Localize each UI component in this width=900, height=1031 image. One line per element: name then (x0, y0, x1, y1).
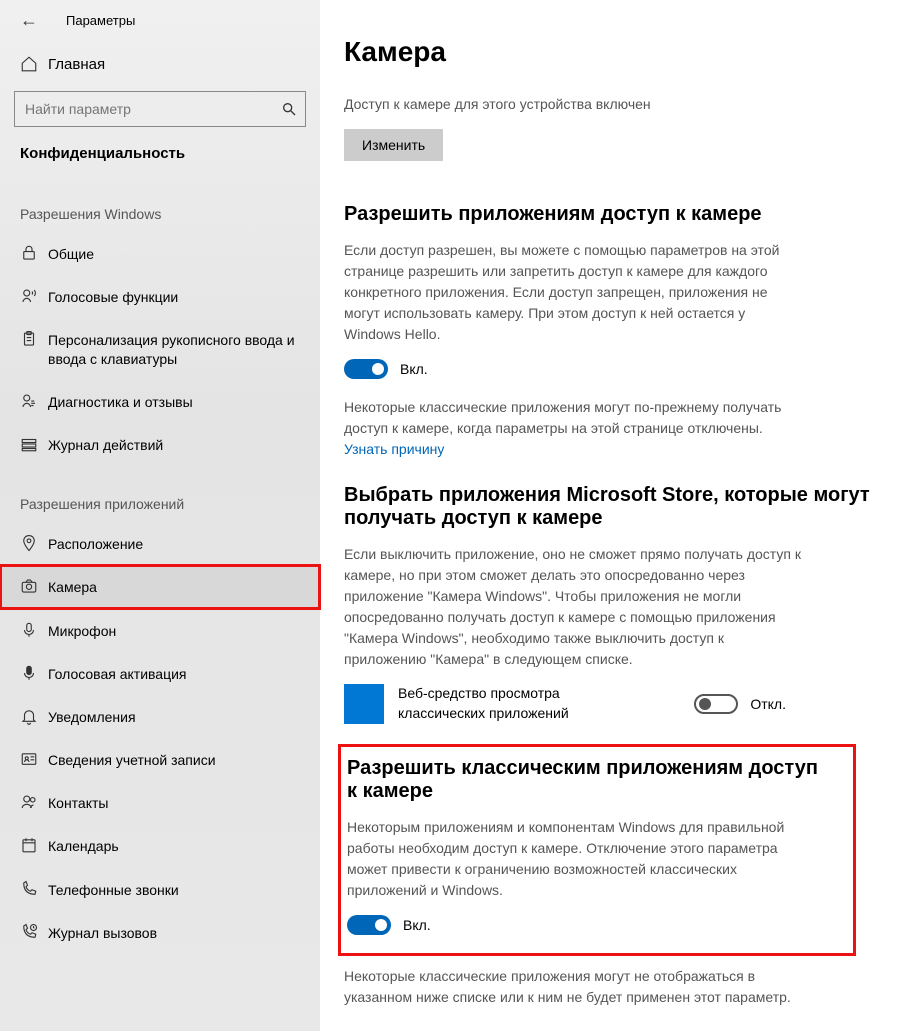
journal-icon (20, 435, 48, 453)
privacy-title: Конфиденциальность (0, 127, 320, 176)
sidebar-item-calendar[interactable]: Календарь (0, 824, 320, 867)
allow-apps-heading: Разрешить приложениям доступ к камере (344, 203, 876, 226)
change-button[interactable]: Изменить (344, 129, 443, 161)
sidebar-item-phone[interactable]: Телефонные звонки (0, 868, 320, 911)
camera-icon (20, 577, 48, 595)
sidebar-item-label: Журнал действий (48, 435, 163, 454)
sidebar-item-mic[interactable]: Микрофон (0, 609, 320, 652)
app-row-webview: Веб-средство просмотра классических прил… (344, 684, 876, 724)
search-icon (281, 101, 297, 117)
bell-icon (20, 707, 48, 725)
desktop-apps-toggle-label: Вкл. (403, 917, 431, 933)
sidebar-item-location[interactable]: Расположение (0, 522, 320, 565)
allow-apps-toggle-label: Вкл. (400, 361, 428, 377)
app-name: Веб-средство просмотра классических прил… (398, 684, 578, 723)
account-icon (20, 750, 48, 768)
learn-why-link[interactable]: Узнать причину (344, 441, 444, 457)
footer-note: Некоторые классические приложения могут … (344, 966, 804, 1008)
app-toggle-webview[interactable] (694, 694, 738, 714)
sidebar-item-label: Общие (48, 244, 94, 263)
voice-icon (20, 664, 48, 682)
sidebar-item-label: Сведения учетной записи (48, 750, 216, 769)
clipboard-icon (20, 330, 48, 348)
location-icon (20, 534, 48, 552)
sidebar-item-label: Журнал вызовов (48, 923, 157, 942)
sidebar-item-label: Персонализация рукописного ввода и ввода… (48, 330, 306, 367)
group-app-permissions: Разрешения приложений (0, 466, 320, 522)
sidebar-item-label: Диагностика и отзывы (48, 392, 193, 411)
phone-icon (20, 880, 48, 898)
app-toggle-label: Откл. (750, 696, 786, 712)
app-tile-icon (344, 684, 384, 724)
home-label: Главная (48, 56, 105, 73)
back-button[interactable]: ← (20, 10, 48, 31)
sidebar-item-label: Телефонные звонки (48, 880, 179, 899)
page-title: Камера (344, 36, 876, 68)
classic-note: Некоторые классические приложения могут … (344, 397, 804, 460)
desktop-apps-desc: Некоторым приложениям и компонентам Wind… (347, 817, 807, 901)
contacts-icon (20, 793, 48, 811)
desktop-apps-section: Разрешить классическим приложениям досту… (338, 744, 856, 956)
calendar-icon (20, 836, 48, 854)
allow-apps-toggle[interactable] (344, 359, 388, 379)
sidebar-item-camera[interactable]: Камера (0, 565, 320, 608)
sidebar-item-label: Камера (48, 577, 97, 596)
sidebar-item-label: Контакты (48, 793, 108, 812)
sidebar-item-label: Голосовая активация (48, 664, 187, 683)
sidebar-item-label: Календарь (48, 836, 119, 855)
sidebar-item-lock[interactable]: Общие (0, 232, 320, 275)
content: Камера Доступ к камере для этого устройс… (320, 0, 900, 1031)
sidebar-item-label: Уведомления (48, 707, 136, 726)
calllog-icon (20, 923, 48, 941)
sidebar-item-bell[interactable]: Уведомления (0, 695, 320, 738)
sidebar-item-label: Расположение (48, 534, 143, 553)
store-apps-heading: Выбрать приложения Microsoft Store, кото… (344, 484, 876, 530)
search-input[interactable] (23, 100, 281, 118)
sidebar-item-label: Микрофон (48, 621, 116, 640)
sidebar-item-account[interactable]: Сведения учетной записи (0, 738, 320, 781)
sidebar-item-journal[interactable]: Журнал действий (0, 423, 320, 466)
store-apps-desc: Если выключить приложение, оно не сможет… (344, 544, 804, 670)
sidebar-item-clipboard[interactable]: Персонализация рукописного ввода и ввода… (0, 318, 320, 379)
home-icon (20, 55, 48, 73)
device-access-text: Доступ к камере для этого устройства вкл… (344, 94, 804, 115)
search-box[interactable] (14, 91, 306, 127)
sidebar-item-speech[interactable]: Голосовые функции (0, 275, 320, 318)
desktop-apps-toggle[interactable] (347, 915, 391, 935)
sidebar-item-calllog[interactable]: Журнал вызовов (0, 911, 320, 954)
lock-icon (20, 244, 48, 262)
group-windows-permissions: Разрешения Windows (0, 176, 320, 232)
app-title: Параметры (66, 13, 135, 28)
sidebar-item-contacts[interactable]: Контакты (0, 781, 320, 824)
sidebar-item-label: Голосовые функции (48, 287, 178, 306)
sidebar-item-diag[interactable]: Диагностика и отзывы (0, 380, 320, 423)
desktop-apps-heading: Разрешить классическим приложениям досту… (347, 757, 833, 803)
allow-apps-desc: Если доступ разрешен, вы можете с помощь… (344, 240, 804, 345)
sidebar-item-voice[interactable]: Голосовая активация (0, 652, 320, 695)
mic-icon (20, 621, 48, 639)
sidebar: ← Параметры Главная Конфиденциальность Р… (0, 0, 320, 1031)
diag-icon (20, 392, 48, 410)
speech-icon (20, 287, 48, 305)
home-nav[interactable]: Главная (0, 41, 320, 87)
